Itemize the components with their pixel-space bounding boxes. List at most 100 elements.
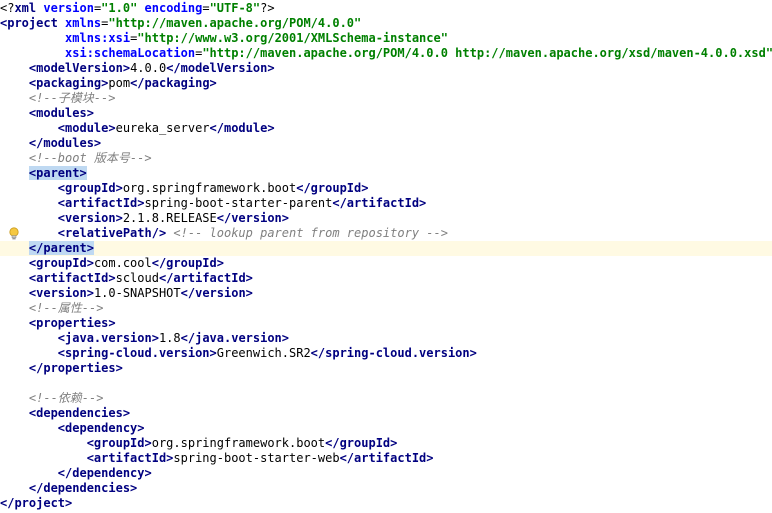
xml-tag: <groupId> xyxy=(86,436,152,450)
code-line[interactable] xyxy=(0,376,772,391)
code-line[interactable]: <groupId>com.cool</groupId> xyxy=(0,256,772,271)
code-line[interactable]: <modelVersion>4.0.0</modelVersion> xyxy=(0,61,772,76)
xml-tag: <spring-cloud.version> xyxy=(57,346,217,360)
xml-tag: </module> xyxy=(209,121,275,135)
code-text: <? xyxy=(0,1,15,15)
xml-attribute-value: "http://maven.apache.org/POM/4.0.0" xyxy=(108,16,362,30)
code-line[interactable]: <artifactId>scloud</artifactId> xyxy=(0,271,772,286)
xml-tag: <dependency> xyxy=(57,421,145,435)
code-comment: <!--子模块--> xyxy=(28,91,116,105)
code-line[interactable]: </dependencies> xyxy=(0,481,772,496)
code-line[interactable]: <module>eureka_server</module> xyxy=(0,121,772,136)
xml-tag: </version> xyxy=(180,286,253,300)
code-line[interactable]: <!--属性--> xyxy=(0,301,772,316)
xml-tag: </version> xyxy=(216,211,289,225)
code-line[interactable]: </dependency> xyxy=(0,466,772,481)
xml-attribute-value: "http://www.w3.org/2001/XMLSchema-instan… xyxy=(137,31,448,45)
code-text: = xyxy=(202,1,210,15)
xml-attribute-name: encoding xyxy=(144,1,203,15)
xml-attribute-name: xsi:schemaLocation xyxy=(65,46,196,60)
xml-tag: <properties> xyxy=(28,316,116,330)
code-line[interactable]: <dependency> xyxy=(0,421,772,436)
code-line[interactable]: <groupId>org.springframework.boot</group… xyxy=(0,436,772,451)
code-line[interactable]: <relativePath/> <!-- lookup parent from … xyxy=(0,226,772,241)
code-line[interactable]: <artifactId>spring-boot-starter-parent</… xyxy=(0,196,772,211)
code-line[interactable]: <artifactId>spring-boot-starter-web</art… xyxy=(0,451,772,466)
xml-tag: </groupId> xyxy=(325,436,398,450)
xml-tag: <relativePath/> xyxy=(57,226,167,240)
code-line[interactable]: <java.version>1.8</java.version> xyxy=(0,331,772,346)
xml-tag: </properties> xyxy=(28,361,123,375)
xml-tag: <version> xyxy=(28,286,94,300)
xml-tag: </groupId> xyxy=(296,181,369,195)
code-line[interactable]: </modules> xyxy=(0,136,772,151)
code-line[interactable]: <properties> xyxy=(0,316,772,331)
xml-tag: </dependency> xyxy=(57,466,152,480)
xml-tag: </artifactId> xyxy=(339,451,434,465)
code-line[interactable]: </parent> xyxy=(0,241,772,256)
xml-attribute-value: "1.0" xyxy=(101,1,138,15)
xml-attribute-name: xmlns:xsi xyxy=(65,31,131,45)
code-line[interactable]: <version>1.0-SNAPSHOT</version> xyxy=(0,286,772,301)
xml-tag: <packaging> xyxy=(28,76,109,90)
xml-tag: <project xyxy=(0,16,66,30)
xml-tag: </java.version> xyxy=(180,331,290,345)
code-line[interactable]: <packaging>pom</packaging> xyxy=(0,76,772,91)
code-line[interactable]: <!--子模块--> xyxy=(0,91,772,106)
xml-attribute-value: "UTF-8" xyxy=(209,1,261,15)
code-comment: <!--属性--> xyxy=(28,301,104,315)
xml-tag: <groupId> xyxy=(57,181,123,195)
xml-tag: </modelVersion> xyxy=(166,61,275,75)
code-line[interactable]: xmlns:xsi="http://www.w3.org/2001/XMLSch… xyxy=(0,31,772,46)
lightbulb-icon[interactable] xyxy=(8,227,20,241)
code-line[interactable]: <!--依赖--> xyxy=(0,391,772,406)
code-line[interactable]: <groupId>org.springframework.boot</group… xyxy=(0,181,772,196)
code-text: 2.1.8.RELEASE xyxy=(122,211,217,225)
code-line[interactable]: <spring-cloud.version>Greenwich.SR2</spr… xyxy=(0,346,772,361)
code-line[interactable]: </project> xyxy=(0,496,772,511)
code-line[interactable]: <project xmlns="http://maven.apache.org/… xyxy=(0,16,772,31)
code-line[interactable]: <!--boot 版本号--> xyxy=(0,151,772,166)
xml-tag: </artifactId> xyxy=(158,271,253,285)
xml-attribute-name: xmlns xyxy=(65,16,102,30)
code-text: scloud xyxy=(115,271,159,285)
code-line[interactable]: <?xml version="1.0" encoding="UTF-8"?> xyxy=(0,1,772,16)
xml-tag: </dependencies> xyxy=(28,481,138,495)
code-editor[interactable]: <?xml version="1.0" encoding="UTF-8"?> <p… xyxy=(0,0,772,513)
code-line[interactable]: <version>2.1.8.RELEASE</version> xyxy=(0,211,772,226)
code-text: spring-boot-starter-web xyxy=(173,451,340,465)
code-line[interactable]: <modules> xyxy=(0,106,772,121)
xml-tag: <groupId> xyxy=(28,256,94,270)
code-line[interactable]: xsi:schemaLocation="http://maven.apache.… xyxy=(0,46,772,61)
code-text: ?> xyxy=(260,1,275,15)
xml-tag: <parent> xyxy=(28,166,87,180)
xml-tag: <modules> xyxy=(28,106,94,120)
code-line[interactable]: </properties> xyxy=(0,361,772,376)
xml-tag: xml xyxy=(14,1,44,15)
code-comment: <!--boot 版本号--> xyxy=(28,151,152,165)
code-text: eureka_server xyxy=(115,121,210,135)
xml-tag: <module> xyxy=(57,121,116,135)
code-text: org.springframework.boot xyxy=(151,436,326,450)
code-line[interactable]: <parent> xyxy=(0,166,772,181)
code-line[interactable]: <dependencies> xyxy=(0,406,772,421)
